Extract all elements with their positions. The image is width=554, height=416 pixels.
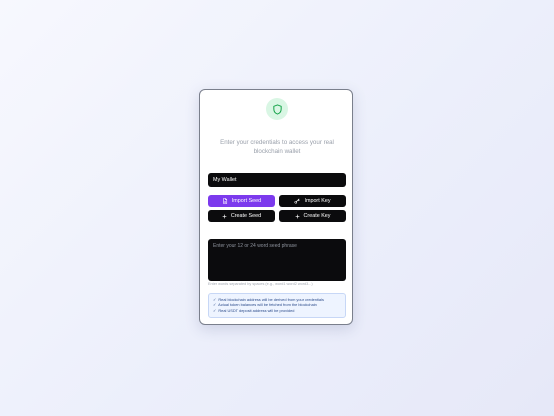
check-icon: ✓ (213, 297, 217, 302)
wallet-login-card: Enter your credentials to access your re… (199, 89, 353, 325)
seed-phrase-hint: Enter words separated by spaces (e.g., w… (208, 282, 313, 286)
plus-icon (222, 214, 227, 219)
import-seed-button[interactable]: Import Seed (208, 195, 275, 207)
info-line-text: Real USDT deposit address will be provid… (218, 307, 295, 313)
info-box: ✓ Real blockchain address will be derive… (208, 293, 346, 318)
import-seed-label: Import Seed (231, 198, 262, 204)
create-seed-label: Create Seed (230, 213, 262, 219)
info-line-text: Real blockchain address will be derived … (218, 297, 324, 302)
import-key-label: Import Key (304, 198, 331, 204)
create-key-label: Create Key (303, 213, 331, 219)
file-icon (222, 198, 228, 204)
shield-icon (272, 103, 282, 115)
import-key-button[interactable]: Import Key (279, 195, 346, 207)
wallet-name-input[interactable]: My Wallet (208, 173, 346, 187)
plus-icon (295, 214, 300, 219)
info-line: ✓ Real USDT deposit address will be prov… (213, 308, 341, 313)
shield-icon-badge (266, 98, 288, 120)
check-icon: ✓ (213, 302, 217, 308)
check-icon: ✓ (213, 307, 217, 313)
card-subtitle: Enter your credentials to access your re… (220, 139, 334, 155)
seed-phrase-textarea[interactable]: Enter your 12 or 24 word seed phrase (208, 239, 346, 281)
create-seed-button[interactable]: Create Seed (208, 210, 275, 222)
create-key-button[interactable]: Create Key (279, 210, 346, 222)
key-icon (294, 198, 301, 204)
info-line-text: Actual token balances will be fetched fr… (218, 302, 317, 308)
